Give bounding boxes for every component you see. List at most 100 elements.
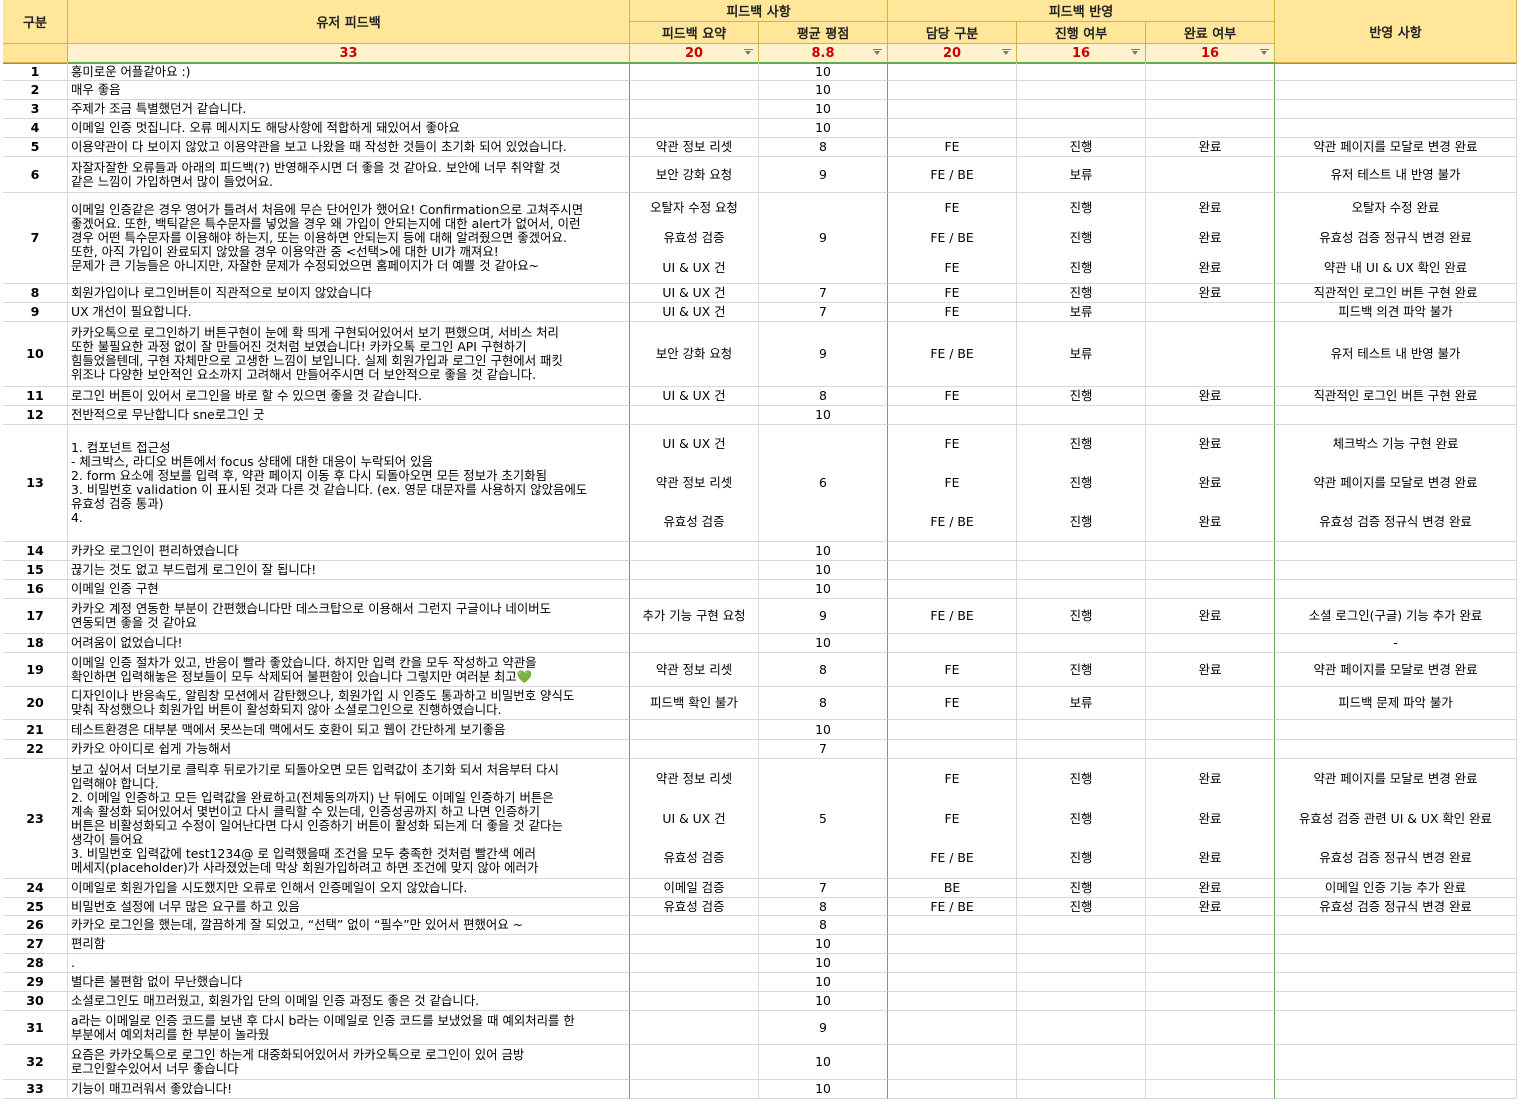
feedback-summary-cell[interactable] — [630, 1045, 759, 1080]
summary-user-feedback[interactable]: 33 — [68, 44, 630, 63]
done-cell[interactable] — [1146, 561, 1275, 580]
avg-rating-cell[interactable]: 6 — [759, 425, 888, 542]
progress-cell[interactable] — [1017, 81, 1146, 100]
owner-cell[interactable]: FE — [888, 653, 1017, 687]
done-cell[interactable]: 완료 — [1146, 898, 1275, 916]
progress-cell[interactable] — [1017, 1045, 1146, 1080]
progress-cell[interactable] — [1017, 406, 1146, 425]
progress-cell[interactable]: 진행 — [1017, 284, 1146, 303]
avg-rating-cell[interactable]: 7 — [759, 284, 888, 303]
done-cell[interactable] — [1146, 992, 1275, 1011]
user-feedback-cell[interactable]: 이메일 인증 구현 — [68, 580, 630, 599]
feedback-summary-cell[interactable] — [630, 992, 759, 1011]
avg-rating-cell[interactable]: 9 — [759, 193, 888, 284]
reflect-note-cell[interactable]: 직관적인 로그인 버튼 구현 완료 — [1275, 284, 1517, 303]
done-cell[interactable] — [1146, 916, 1275, 935]
user-feedback-cell[interactable]: 별다른 불편함 없이 무난했습니다 — [68, 973, 630, 992]
progress-cell[interactable] — [1017, 100, 1146, 119]
avg-rating-cell[interactable]: 10 — [759, 406, 888, 425]
feedback-summary-cell[interactable]: 보안 강화 요청 — [630, 322, 759, 387]
user-feedback-cell[interactable]: 카카오 계정 연동한 부분이 간편했습니다만 데스크탑으로 이용해서 그런지 구… — [68, 599, 630, 634]
header-user-feedback[interactable]: 유저 피드백 — [68, 0, 630, 44]
feedback-summary-cell[interactable] — [630, 561, 759, 580]
feedback-summary-cell[interactable] — [630, 720, 759, 740]
owner-cell[interactable] — [888, 1011, 1017, 1045]
progress-cell[interactable]: 진행 — [1017, 138, 1146, 157]
owner-cell[interactable]: FE — [888, 284, 1017, 303]
avg-rating-cell[interactable]: 10 — [759, 1080, 888, 1099]
user-feedback-cell[interactable]: 이메일 인증같은 경우 영어가 틀려서 처음에 무슨 단어인가 했어요! Con… — [68, 193, 630, 284]
user-feedback-cell[interactable]: 주제가 조금 특별했던거 같습니다. — [68, 100, 630, 119]
feedback-summary-cell[interactable]: 추가 기능 구현 요청 — [630, 599, 759, 634]
progress-cell[interactable]: 진행 — [1017, 898, 1146, 916]
user-feedback-cell[interactable]: 자잘자잘한 오류들과 아래의 피드백(?) 반영해주시면 더 좋을 것 같아요.… — [68, 157, 630, 193]
reflect-note-cell[interactable]: 피드백 문제 파악 불가 — [1275, 687, 1517, 720]
feedback-summary-cell[interactable] — [630, 63, 759, 81]
user-feedback-cell[interactable]: . — [68, 954, 630, 973]
reflect-note-cell[interactable]: 오탈자 수정 완료 유효성 검증 정규식 변경 완료 약관 내 UI & UX 확인… — [1275, 193, 1517, 284]
header-feedback-summary[interactable]: 피드백 요약 — [630, 22, 759, 44]
progress-cell[interactable]: 진행 진행 진행 — [1017, 425, 1146, 542]
done-cell[interactable] — [1146, 81, 1275, 100]
filter-dropdown-icon[interactable] — [1260, 49, 1269, 56]
done-cell[interactable] — [1146, 322, 1275, 387]
feedback-summary-cell[interactable]: 유효성 검증 — [630, 898, 759, 916]
feedback-summary-cell[interactable]: UI & UX 건 약관 정보 리셋 유효성 검증 — [630, 425, 759, 542]
owner-cell[interactable]: FE FE / BE FE — [888, 193, 1017, 284]
row-number[interactable]: 2 — [3, 81, 68, 100]
row-number[interactable]: 16 — [3, 580, 68, 599]
reflect-note-cell[interactable]: 약관 페이지를 모달로 변경 완료 — [1275, 653, 1517, 687]
summary-progress[interactable]: 16 — [1017, 44, 1146, 63]
owner-cell[interactable]: FE — [888, 138, 1017, 157]
avg-rating-cell[interactable]: 8 — [759, 138, 888, 157]
done-cell[interactable] — [1146, 973, 1275, 992]
progress-cell[interactable] — [1017, 1011, 1146, 1045]
reflect-note-cell[interactable] — [1275, 1045, 1517, 1080]
user-feedback-cell[interactable]: 로그인 버튼이 있어서 로그인을 바로 할 수 있으면 좋을 것 같습니다. — [68, 387, 630, 406]
row-number[interactable]: 12 — [3, 406, 68, 425]
row-number[interactable]: 21 — [3, 720, 68, 740]
feedback-summary-cell[interactable]: 약관 정보 리셋 — [630, 653, 759, 687]
avg-rating-cell[interactable]: 10 — [759, 63, 888, 81]
reflect-note-cell[interactable] — [1275, 1011, 1517, 1045]
owner-cell[interactable]: FE FE FE / BE — [888, 759, 1017, 879]
progress-cell[interactable]: 진행 — [1017, 387, 1146, 406]
row-number[interactable]: 10 — [3, 322, 68, 387]
avg-rating-cell[interactable]: 9 — [759, 599, 888, 634]
reflect-note-cell[interactable] — [1275, 720, 1517, 740]
header-avg-rating[interactable]: 평균 평점 — [759, 22, 888, 44]
feedback-summary-cell[interactable] — [630, 634, 759, 653]
user-feedback-cell[interactable]: 어려움이 없었습니다! — [68, 634, 630, 653]
progress-cell[interactable]: 보류 — [1017, 687, 1146, 720]
avg-rating-cell[interactable]: 10 — [759, 542, 888, 561]
avg-rating-cell[interactable]: 8 — [759, 687, 888, 720]
row-number[interactable]: 11 — [3, 387, 68, 406]
user-feedback-cell[interactable]: UX 개선이 필요합니다. — [68, 303, 630, 322]
owner-cell[interactable] — [888, 634, 1017, 653]
owner-cell[interactable] — [888, 580, 1017, 599]
reflect-note-cell[interactable] — [1275, 580, 1517, 599]
row-number[interactable]: 7 — [3, 193, 68, 284]
row-number[interactable]: 14 — [3, 542, 68, 561]
reflect-note-cell[interactable]: 소셜 로그인(구글) 기능 추가 완료 — [1275, 599, 1517, 634]
reflect-note-cell[interactable]: 피드백 의견 파악 불가 — [1275, 303, 1517, 322]
owner-cell[interactable] — [888, 935, 1017, 954]
row-number[interactable]: 18 — [3, 634, 68, 653]
owner-cell[interactable] — [888, 81, 1017, 100]
progress-cell[interactable]: 보류 — [1017, 303, 1146, 322]
feedback-summary-cell[interactable]: UI & UX 건 — [630, 284, 759, 303]
reflect-note-cell[interactable]: 직관적인 로그인 버튼 구현 완료 — [1275, 387, 1517, 406]
avg-rating-cell[interactable]: 10 — [759, 634, 888, 653]
progress-cell[interactable] — [1017, 1080, 1146, 1099]
reflect-note-cell[interactable] — [1275, 561, 1517, 580]
owner-cell[interactable]: FE / BE — [888, 599, 1017, 634]
owner-cell[interactable]: BE — [888, 879, 1017, 898]
reflect-note-cell[interactable]: 유저 테스트 내 반영 불가 — [1275, 322, 1517, 387]
avg-rating-cell[interactable]: 10 — [759, 119, 888, 138]
avg-rating-cell[interactable]: 7 — [759, 879, 888, 898]
reflect-note-cell[interactable] — [1275, 954, 1517, 973]
avg-rating-cell[interactable]: 5 — [759, 759, 888, 879]
owner-cell[interactable] — [888, 100, 1017, 119]
owner-cell[interactable]: FE / BE — [888, 157, 1017, 193]
avg-rating-cell[interactable]: 9 — [759, 322, 888, 387]
